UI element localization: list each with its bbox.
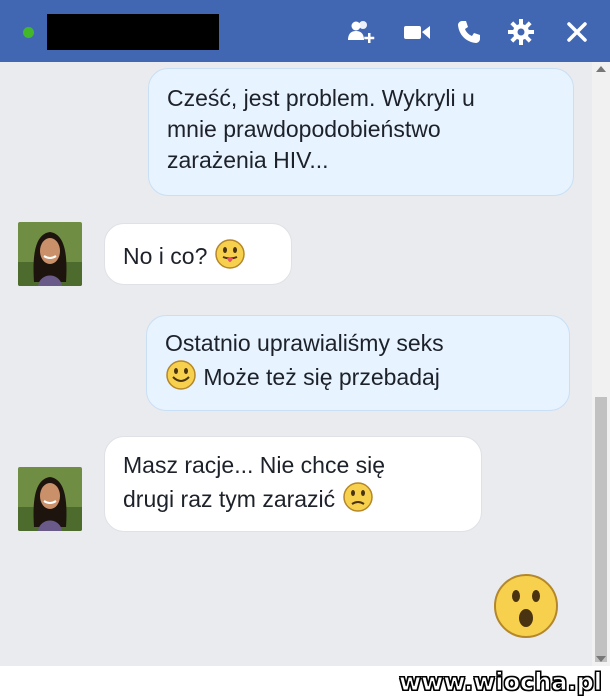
message-bubble-outgoing: Cześć, jest problem. Wykryli u mnie praw… (148, 68, 574, 196)
frown-emoji (342, 481, 374, 521)
footer-strip: www.wiocha.pl (0, 666, 610, 700)
scroll-thumb[interactable] (595, 397, 607, 662)
chat-header (0, 0, 610, 62)
message-text: drugi raz tym zarazić (123, 486, 336, 513)
scroll-up-arrow-icon[interactable] (596, 66, 606, 72)
avatar[interactable] (18, 222, 82, 286)
scrollbar[interactable] (592, 62, 610, 666)
message-line: Może też się przebadaj (165, 359, 551, 399)
tongue-out-emoji (214, 238, 246, 278)
message-line: zarażenia HIV... (167, 147, 329, 173)
message-line: mnie prawdopodobieństwo (167, 116, 441, 142)
contact-name-redacted[interactable] (47, 14, 219, 50)
message-line: drugi raz tym zarazić (123, 481, 463, 521)
message-line: Ostatnio uprawialiśmy seks (165, 330, 444, 356)
phone-icon[interactable] (453, 16, 485, 48)
conversation-area[interactable]: Cześć, jest problem. Wykryli u mnie praw… (0, 62, 610, 666)
scroll-down-arrow-icon[interactable] (596, 656, 606, 662)
message-text: No i co? (123, 243, 208, 270)
message-bubble-incoming: No i co? (104, 223, 292, 285)
message-line: Cześć, jest problem. Wykryli u (167, 85, 475, 111)
gear-icon[interactable] (505, 16, 537, 48)
message-text: Może też się przebadaj (203, 364, 440, 391)
avatar[interactable] (18, 467, 82, 531)
online-status-dot (23, 27, 34, 38)
close-icon[interactable] (561, 16, 593, 48)
shocked-emoji (492, 572, 560, 640)
video-call-icon[interactable] (401, 16, 433, 48)
message-line: Masz racje... Nie chce się (123, 452, 386, 478)
message-bubble-outgoing: Ostatnio uprawialiśmy seks Może też się … (146, 315, 570, 411)
watermark: www.wiocha.pl (398, 668, 602, 697)
smile-emoji (165, 359, 197, 399)
add-people-icon[interactable] (346, 16, 378, 48)
message-bubble-incoming: Masz racje... Nie chce się drugi raz tym… (104, 436, 482, 532)
